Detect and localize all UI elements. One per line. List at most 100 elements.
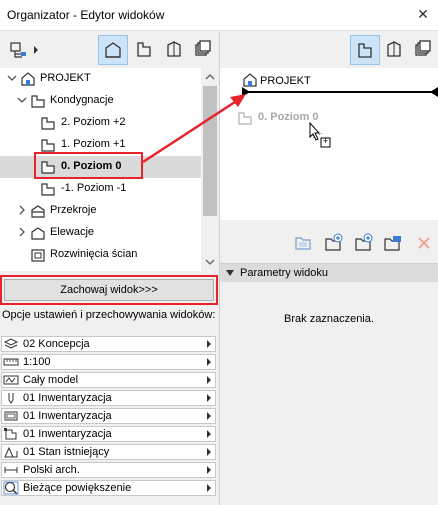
chevron-right-icon bbox=[19, 227, 25, 237]
options-label: Opcje ustawień i przechowywania widoków: bbox=[2, 309, 216, 321]
layout-book-icon bbox=[167, 41, 181, 57]
option-value: Bieżące powiększenie bbox=[23, 482, 132, 494]
close-icon[interactable]: ✕ bbox=[415, 6, 431, 22]
new-folder-icon bbox=[325, 233, 343, 251]
empty-selection-message: Brak zaznaczenia. bbox=[284, 313, 374, 325]
view-map-icon bbox=[358, 43, 372, 58]
floor-icon bbox=[41, 139, 55, 152]
view-map-tab-right[interactable] bbox=[350, 35, 380, 65]
option-value: 1:100 bbox=[23, 356, 51, 368]
chevron-right-icon bbox=[207, 448, 211, 456]
project-map-tab[interactable] bbox=[98, 35, 128, 65]
publisher-sets-icon bbox=[195, 40, 211, 56]
scroll-down-icon bbox=[205, 259, 215, 265]
scroll-up-icon bbox=[205, 74, 215, 80]
settings-view-button[interactable] bbox=[382, 232, 404, 254]
collapse-triangle-icon bbox=[226, 270, 234, 276]
pen-set-icon bbox=[8, 393, 14, 404]
worksheet-icon bbox=[30, 269, 46, 271]
new-folder-button[interactable] bbox=[323, 232, 345, 254]
tree-item-partial[interactable] bbox=[0, 266, 201, 271]
chevron-right-icon bbox=[207, 394, 211, 402]
option-pen-set[interactable]: 01 Inwentaryzacja bbox=[1, 390, 216, 406]
elevation-icon bbox=[31, 227, 45, 240]
option-value: 01 Inwentaryzacja bbox=[23, 410, 112, 422]
option-value: 01 Stan istniejący bbox=[23, 446, 110, 458]
chevron-right-icon bbox=[207, 412, 211, 420]
view-map-area[interactable]: PROJEKT 0. Poziom 0 + bbox=[220, 68, 438, 220]
option-structure-display[interactable]: Cały model bbox=[1, 372, 216, 388]
tree-item-projekt[interactable]: PROJEKT bbox=[0, 68, 201, 90]
project-map-icon bbox=[105, 42, 121, 58]
tree-item-label: Przekroje bbox=[50, 204, 97, 216]
layout-book-tab[interactable] bbox=[160, 35, 190, 65]
zoom-icon bbox=[3, 481, 19, 495]
structure-display-icon bbox=[3, 375, 19, 385]
tree-item-label: PROJEKT bbox=[40, 72, 91, 84]
layers-icon bbox=[3, 338, 19, 349]
tree-item-label: Elewacje bbox=[50, 226, 95, 238]
view-type-menu-button[interactable] bbox=[4, 35, 42, 65]
chevron-right-icon bbox=[207, 466, 211, 474]
layout-book-tab-right[interactable] bbox=[380, 35, 410, 65]
save-view-button[interactable]: Zachowaj widok>>> bbox=[4, 279, 214, 301]
chevron-right-icon bbox=[19, 205, 25, 215]
model-view-icon bbox=[4, 428, 17, 440]
renovation-filter-icon bbox=[4, 446, 18, 458]
storey-icon bbox=[31, 95, 45, 108]
interior-elevation-icon bbox=[31, 249, 45, 262]
drop-plus-sign: + bbox=[322, 136, 329, 146]
graphic-override-icon bbox=[4, 411, 18, 421]
insertion-line bbox=[242, 87, 438, 97]
layout-book-icon bbox=[387, 41, 401, 57]
project-house-icon bbox=[21, 72, 35, 86]
annotation-arrow bbox=[142, 94, 246, 164]
view-properties-header[interactable]: Parametry widoku bbox=[220, 263, 438, 282]
publisher-sets-tab[interactable] bbox=[188, 35, 218, 65]
option-value: 02 Koncepcja bbox=[23, 338, 90, 350]
tree-item-elewacje[interactable]: Elewacje bbox=[0, 222, 201, 244]
clone-folder-button[interactable] bbox=[292, 232, 314, 254]
tree-item-label: -1. Poziom -1 bbox=[61, 182, 127, 194]
option-value: 01 Inwentaryzacja bbox=[23, 428, 112, 440]
chevron-down-icon bbox=[17, 97, 27, 103]
option-model-view[interactable]: 01 Inwentaryzacja bbox=[1, 426, 216, 442]
chevron-right-icon bbox=[207, 484, 211, 492]
option-layer-combination[interactable]: 02 Koncepcja bbox=[1, 336, 216, 352]
option-renovation-filter[interactable]: 01 Stan istniejący bbox=[1, 444, 216, 460]
new-view-icon bbox=[355, 233, 373, 251]
floor-icon bbox=[41, 183, 55, 196]
view-map-tab[interactable] bbox=[130, 35, 160, 65]
chevron-down-icon bbox=[7, 75, 17, 81]
title-bar: Organizator - Edytor widoków ✕ bbox=[0, 0, 438, 31]
right-toolbar bbox=[220, 32, 438, 68]
tree-item-label: 2. Poziom +2 bbox=[61, 116, 126, 128]
tree-item-label: Rozwinięcia ścian bbox=[50, 248, 138, 260]
section-icon bbox=[31, 205, 45, 218]
clone-folder-icon bbox=[295, 237, 311, 250]
tree-item-floor[interactable]: -1. Poziom -1 bbox=[0, 178, 201, 200]
option-graphic-override[interactable]: 01 Inwentaryzacja bbox=[1, 408, 216, 424]
new-view-button[interactable] bbox=[353, 232, 375, 254]
option-zoom[interactable]: Bieżące powiększenie bbox=[1, 480, 216, 496]
chevron-right-icon bbox=[207, 340, 211, 348]
delete-button[interactable] bbox=[413, 232, 435, 254]
scale-ruler-icon bbox=[3, 358, 19, 366]
floor-icon bbox=[41, 117, 55, 130]
tree-item-rozwiniecia[interactable]: Rozwinięcia ścian bbox=[0, 244, 201, 266]
publisher-sets-tab-right[interactable] bbox=[408, 35, 438, 65]
view-properties-title: Parametry widoku bbox=[240, 267, 329, 279]
view-settings-icon bbox=[384, 236, 401, 251]
option-dimension-standard[interactable]: Polski arch. bbox=[1, 462, 216, 478]
publisher-sets-icon bbox=[415, 40, 431, 56]
tree-item-label: 1. Poziom +1 bbox=[61, 138, 126, 150]
highlight-box-selected-item bbox=[34, 152, 143, 179]
window-title: Organizator - Edytor widoków bbox=[7, 8, 165, 22]
option-scale[interactable]: 1:100 bbox=[1, 354, 216, 370]
option-value: Cały model bbox=[23, 374, 79, 386]
view-map-icon bbox=[137, 42, 151, 57]
chevron-right-icon bbox=[207, 430, 211, 438]
view-actions-bar bbox=[220, 228, 438, 258]
folder-tree-icon bbox=[10, 42, 38, 58]
tree-item-przekroje[interactable]: Przekroje bbox=[0, 200, 201, 222]
